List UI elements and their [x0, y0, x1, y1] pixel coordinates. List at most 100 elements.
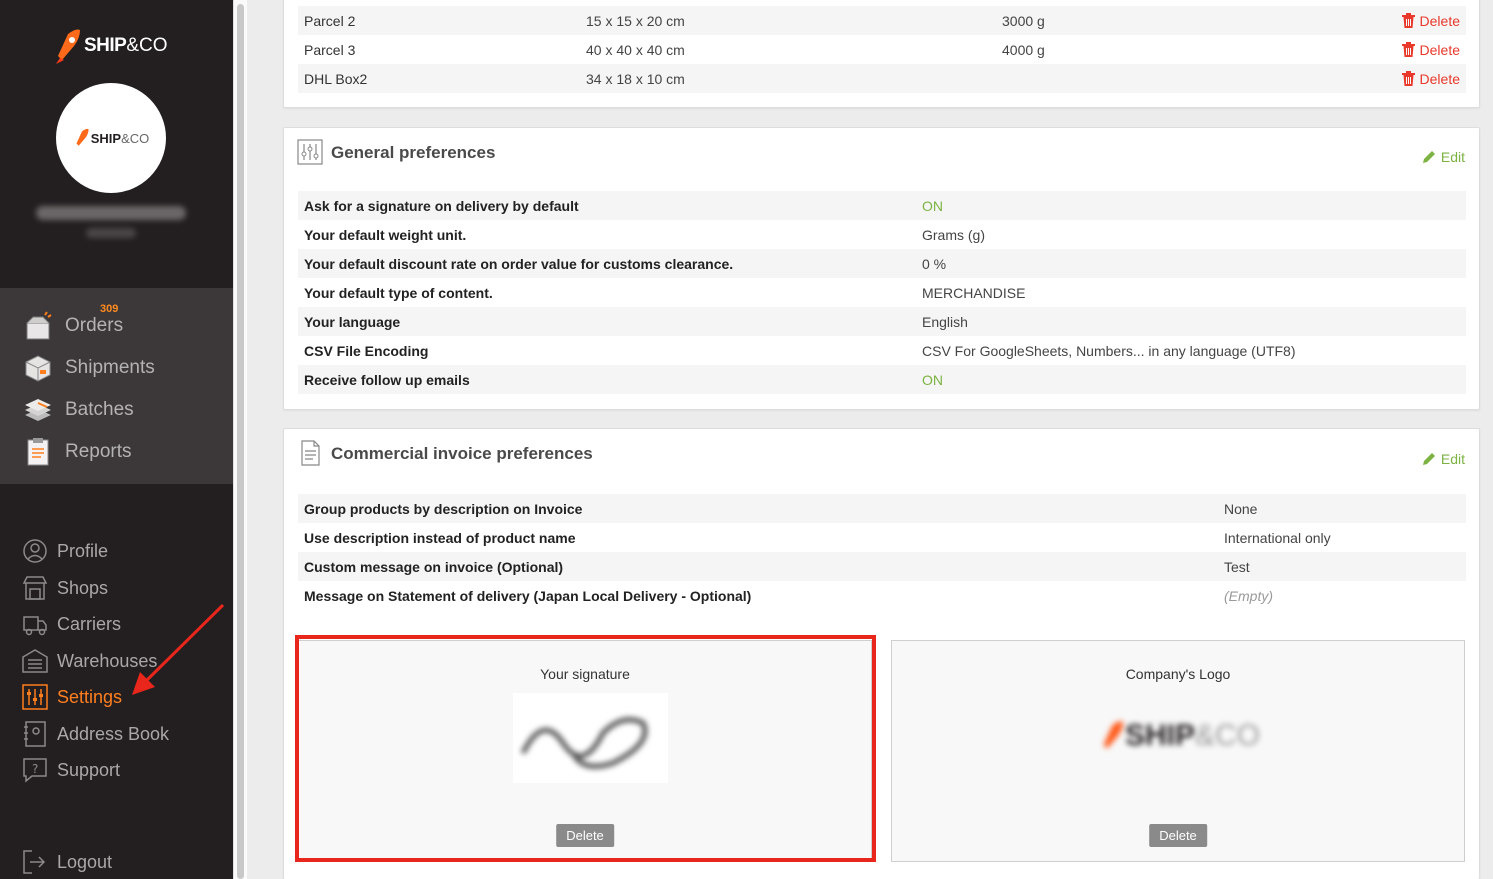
support-icon: ?	[22, 757, 48, 783]
nav-item-batches[interactable]: Batches	[22, 394, 134, 426]
parcel-size: 34 x 18 x 10 cm	[586, 70, 685, 87]
pref-value: CSV For GoogleSheets, Numbers... in any …	[922, 342, 1296, 359]
pref-label: CSV File Encoding	[304, 342, 429, 359]
pref-row: Use description instead of product name I…	[298, 523, 1466, 552]
avatar[interactable]: SHIP &CO	[56, 83, 166, 193]
nav-item-reports[interactable]: Reports	[22, 436, 132, 468]
nav-item-shipments[interactable]: Shipments	[22, 352, 155, 384]
logout-label: Logout	[57, 851, 113, 872]
parcel-name: DHL Box2	[304, 70, 368, 87]
delete-parcel-button[interactable]: Delete	[1401, 71, 1460, 87]
avatar-rocket-icon	[76, 128, 89, 146]
svg-text:?: ?	[32, 762, 38, 776]
pref-value: ON	[922, 197, 943, 214]
delete-logo-button[interactable]: Delete	[1149, 824, 1207, 847]
nav-item-address-book[interactable]: Address Book	[22, 721, 169, 747]
nav-item-carriers[interactable]: Carriers	[22, 611, 121, 637]
avatar-co-text: &CO	[121, 130, 150, 146]
logout-icon	[22, 849, 48, 875]
table-row: DHL Box2 34 x 18 x 10 cm Delete	[298, 64, 1466, 93]
parcels-card: Parcel 2 15 x 15 x 20 cm 3000 g Delete P…	[283, 0, 1480, 108]
edit-label: Edit	[1440, 149, 1465, 165]
parcel-size: 40 x 40 x 40 cm	[586, 41, 685, 58]
pref-value: 0 %	[922, 255, 947, 272]
pref-row: Group products by description on Invoice…	[298, 494, 1466, 523]
profile-icon	[22, 538, 48, 564]
delete-label: Delete	[1419, 12, 1460, 29]
company-logo-image: SHIP &CO	[1100, 706, 1260, 766]
address-book-icon	[22, 721, 48, 747]
nav-item-profile[interactable]: Profile	[22, 538, 108, 564]
pref-label: Ask for a signature on delivery by defau…	[304, 197, 579, 214]
company-logo-box: Company's Logo SHIP &CO Delete	[891, 640, 1465, 862]
avatar-ship-text: SHIP	[90, 130, 122, 146]
pref-row: Your default type of content. MERCHANDISE	[298, 278, 1466, 307]
pencil-icon	[1422, 151, 1435, 163]
nav-label-support: Support	[57, 759, 121, 780]
nav-item-settings[interactable]: Settings	[22, 684, 122, 710]
pref-value: International only	[1224, 529, 1331, 546]
invoice-edit-button[interactable]: Edit	[1422, 451, 1465, 467]
pref-value: ON	[922, 371, 943, 388]
nav-label-reports: Reports	[65, 441, 132, 462]
pref-label: Use description instead of product name	[304, 529, 576, 546]
user-role-blurred	[86, 228, 136, 238]
pref-value: MERCHANDISE	[922, 284, 1026, 301]
pref-value: Test	[1224, 558, 1250, 575]
pref-label: Group products by description on Invoice	[304, 500, 583, 517]
pref-value: (Empty)	[1224, 587, 1273, 604]
pref-row: Ask for a signature on delivery by defau…	[298, 191, 1466, 220]
pointer-arrow	[132, 603, 225, 695]
trash-icon	[1401, 71, 1415, 86]
pref-label: Message on Statement of delivery (Japan …	[304, 587, 752, 604]
settings-sliders-icon	[22, 684, 48, 710]
sidebar: SHIP &CO SHIP &CO 309 Orders Shipments Bat…	[0, 0, 233, 879]
parcel-name: Parcel 2	[304, 12, 356, 29]
nav-item-shops[interactable]: Shops	[22, 575, 108, 601]
table-row: Parcel 2 15 x 15 x 20 cm 3000 g Delete	[298, 6, 1466, 35]
logo-ship-text: SHIP	[1124, 719, 1195, 752]
general-edit-button[interactable]: Edit	[1422, 149, 1465, 165]
pref-label: Your default discount rate on order valu…	[304, 255, 734, 272]
nav-label-batches: Batches	[65, 399, 134, 420]
carriers-truck-icon	[22, 611, 48, 637]
logout-button[interactable]: Logout	[22, 849, 112, 875]
nav-item-orders[interactable]: Orders	[22, 310, 123, 342]
pref-label: Your default type of content.	[304, 284, 493, 301]
orders-box-icon	[22, 310, 54, 342]
trash-icon	[1401, 13, 1415, 28]
reports-clipboard-icon	[22, 436, 54, 468]
pref-row: Message on Statement of delivery (Japan …	[298, 581, 1466, 610]
brand-logo[interactable]: SHIP &CO	[54, 26, 168, 66]
pref-value: Grams (g)	[922, 226, 985, 243]
scrollbar-thumb[interactable]	[237, 4, 244, 879]
nav-label-profile: Profile	[57, 540, 109, 561]
pref-label: Receive follow up emails	[304, 371, 470, 388]
nav-label-address-book: Address Book	[57, 723, 170, 744]
settings-sliders-icon	[297, 139, 323, 165]
nav-item-support[interactable]: ? Support	[22, 757, 120, 783]
brand-co-text: &CO	[126, 35, 168, 56]
signature-highlight-box	[295, 635, 876, 862]
parcel-size: 15 x 15 x 20 cm	[586, 12, 685, 29]
invoice-preferences-title: Commercial invoice preferences	[331, 444, 593, 463]
general-preferences-card: General preferences Edit Ask for a signa…	[283, 127, 1480, 410]
shipments-box-icon	[22, 352, 54, 384]
pref-label: Custom message on invoice (Optional)	[304, 558, 564, 575]
parcel-weight: 4000 g	[1002, 41, 1045, 58]
nav-label-shops: Shops	[57, 577, 109, 598]
pref-row: Your default discount rate on order valu…	[298, 249, 1466, 278]
pencil-icon	[1422, 453, 1435, 465]
nav-label-carriers: Carriers	[57, 613, 122, 634]
delete-parcel-button[interactable]: Delete	[1401, 12, 1460, 29]
delete-parcel-button[interactable]: Delete	[1401, 42, 1460, 58]
pref-row: Receive follow up emails ON	[298, 365, 1466, 394]
shops-icon	[22, 575, 48, 601]
nav-label-settings: Settings	[57, 686, 123, 707]
pref-row: Your default weight unit. Grams (g)	[298, 220, 1466, 249]
pref-value: None	[1224, 500, 1258, 517]
logo-co-text: &CO	[1194, 719, 1260, 752]
rocket-icon	[56, 29, 80, 64]
trash-icon	[1401, 42, 1415, 57]
parcel-name: Parcel 3	[304, 41, 356, 58]
